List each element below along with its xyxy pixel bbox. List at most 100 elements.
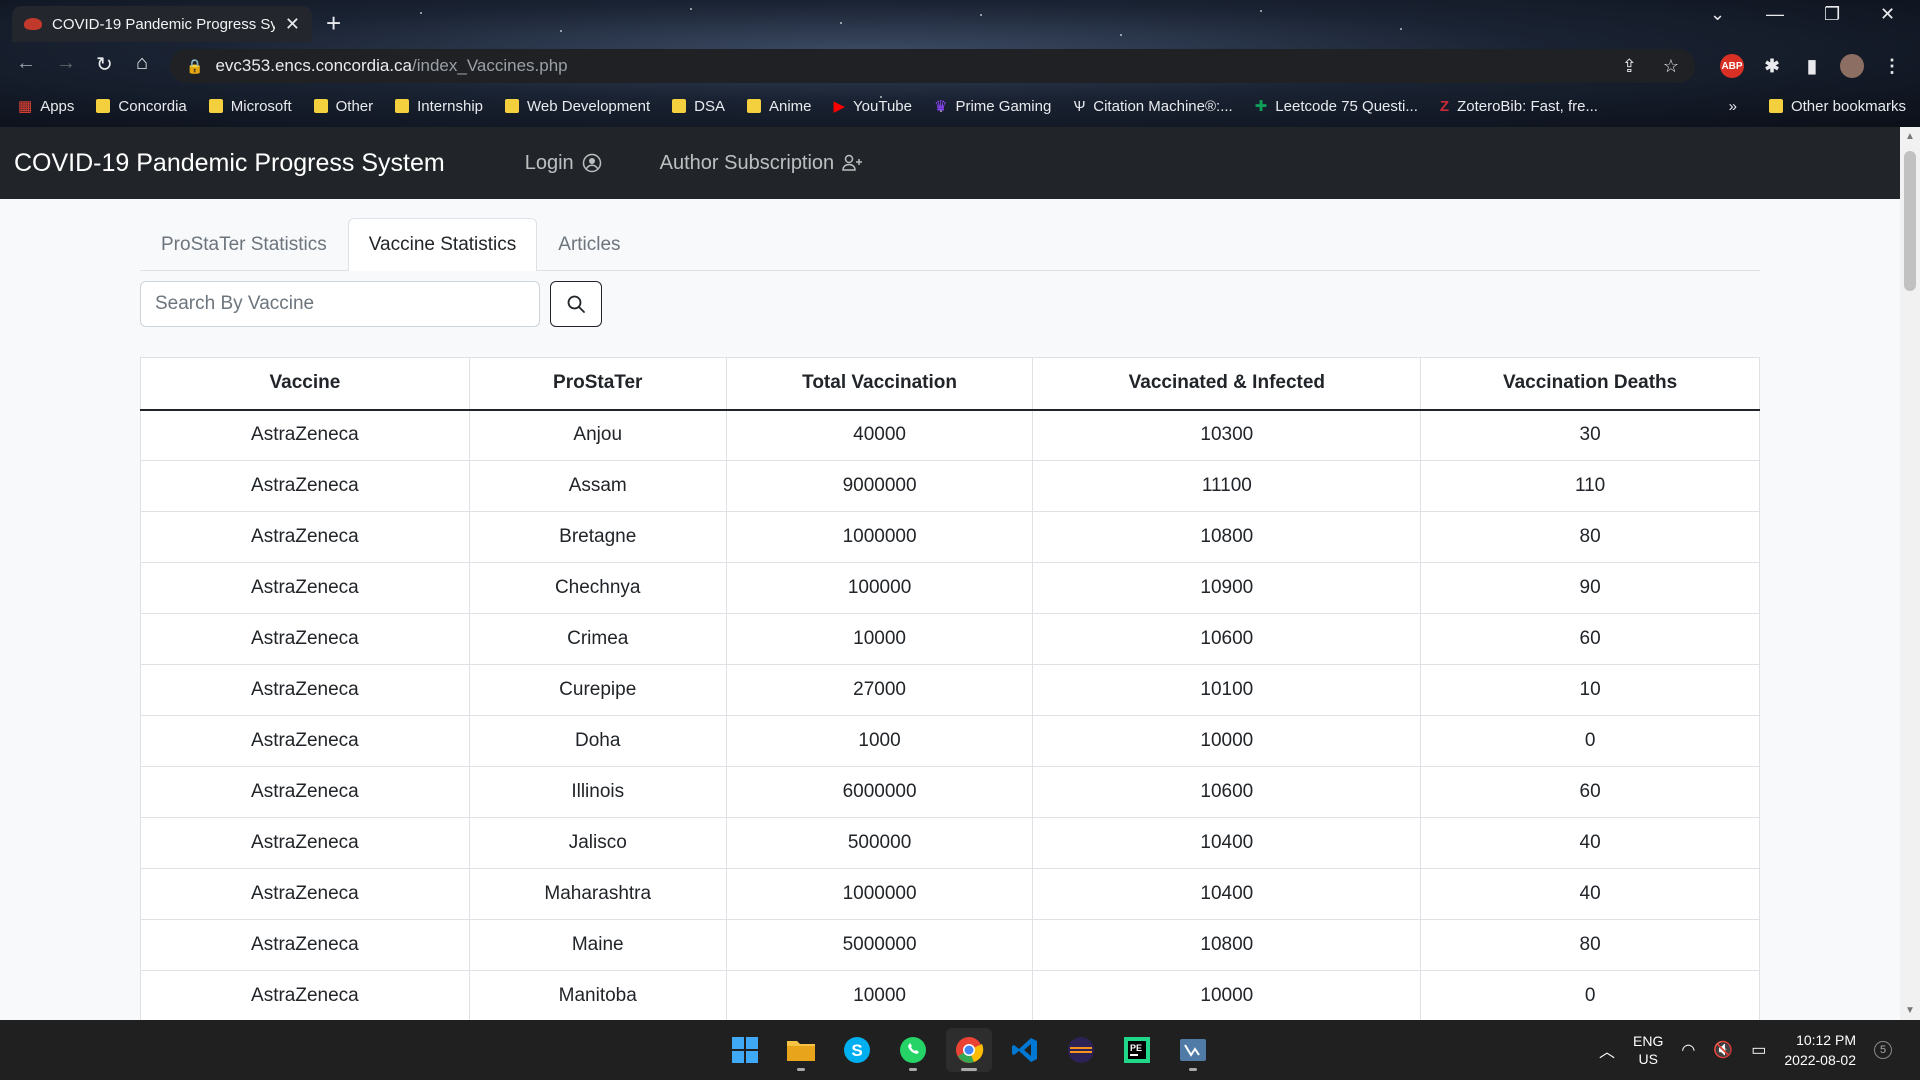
chrome-icon[interactable]: [946, 1028, 992, 1072]
tab-title: COVID-19 Pandemic Progress Sy: [52, 15, 275, 33]
pycharm-icon[interactable]: PE: [1114, 1028, 1160, 1072]
reload-icon[interactable]: ↻: [96, 52, 113, 77]
bookmark-other-bookmarks[interactable]: » Other bookmarks: [1729, 90, 1906, 122]
search-vaccine-input[interactable]: [140, 281, 540, 327]
browser-tab[interactable]: COVID-19 Pandemic Progress Sy ✕: [12, 6, 312, 42]
cell-vaccination-deaths: 10: [1420, 664, 1760, 716]
address-bar[interactable]: 🔒 evc353.encs.concordia.ca/index_Vaccine…: [170, 49, 1695, 83]
home-icon[interactable]: ⌂: [136, 52, 148, 75]
header-vaccine[interactable]: Vaccine: [140, 357, 470, 411]
lock-icon[interactable]: 🔒: [186, 58, 203, 75]
cell-vaccine: AstraZeneca: [140, 970, 470, 1022]
close-tab-icon[interactable]: ✕: [285, 14, 300, 35]
table-row: AstraZeneca Illinois 6000000 10600 60: [140, 766, 1760, 818]
minimize-icon[interactable]: —: [1766, 4, 1784, 25]
scrollbar-thumb[interactable]: [1904, 151, 1916, 291]
region-code: US: [1638, 1051, 1658, 1067]
header-vaccination-deaths[interactable]: Vaccination Deaths: [1420, 357, 1760, 411]
cell-vaccinated-infected: 10300: [1032, 409, 1422, 461]
tab-prostater-statistics[interactable]: ProStaTer Statistics: [140, 218, 348, 270]
bookmark-dsa[interactable]: DSA: [672, 98, 725, 115]
bookmark-label: Anime: [768, 97, 812, 115]
profile-avatar-icon[interactable]: [1840, 54, 1864, 78]
cell-prostater: Crimea: [468, 613, 727, 665]
share-icon[interactable]: ⇪: [1622, 56, 1637, 77]
bookmark-web-development[interactable]: Web Development: [505, 98, 650, 115]
login-label: Login: [524, 151, 574, 174]
cell-prostater: Maine: [468, 919, 727, 971]
clock[interactable]: 10:12 PM 2022-08-02: [1784, 1030, 1856, 1070]
tab-vaccine-statistics[interactable]: Vaccine Statistics: [347, 218, 538, 271]
notification-badge[interactable]: 5: [1874, 1041, 1892, 1059]
cell-vaccine: AstraZeneca: [140, 919, 470, 971]
bookmark-label: Web Development: [527, 97, 651, 115]
bookmark-other[interactable]: Other: [313, 98, 373, 115]
vscode-icon[interactable]: [1002, 1028, 1048, 1072]
whatsapp-icon[interactable]: [890, 1028, 936, 1072]
bookmark-apps[interactable]: ▦ Apps: [18, 97, 74, 116]
scroll-up-icon[interactable]: ▲: [1905, 131, 1915, 142]
battery-icon[interactable]: ▭: [1751, 1040, 1766, 1060]
bookmark-star-icon[interactable]: ☆: [1663, 56, 1679, 77]
speaker-muted-icon[interactable]: 🔇: [1713, 1040, 1733, 1060]
cell-vaccinated-infected: 10600: [1032, 766, 1422, 818]
cell-vaccinated-infected: 10800: [1032, 511, 1422, 563]
adblock-icon[interactable]: ABP: [1720, 54, 1744, 78]
bookmark-citation-machine[interactable]: Ѱ Citation Machine®:...: [1073, 98, 1232, 115]
bookmark-leetcode[interactable]: ✚ Leetcode 75 Questi...: [1255, 97, 1418, 116]
mysql-workbench-icon[interactable]: [1170, 1028, 1216, 1072]
language-indicator[interactable]: ENG US: [1633, 1032, 1663, 1068]
header-total-vaccination[interactable]: Total Vaccination: [725, 357, 1034, 411]
file-explorer-icon[interactable]: [778, 1028, 824, 1072]
header-prostater[interactable]: ProStaTer: [468, 357, 727, 411]
bookmark-prime-gaming[interactable]: ♛ Prime Gaming: [934, 97, 1051, 116]
brand-title[interactable]: COVID-19 Pandemic Progress System: [14, 149, 445, 178]
cell-vaccination-deaths: 30: [1420, 409, 1760, 461]
table-row: AstraZeneca Curepipe 27000 10100 10: [140, 664, 1760, 716]
windows-start-icon[interactable]: [722, 1028, 768, 1072]
cell-vaccine: AstraZeneca: [140, 409, 470, 461]
forward-icon[interactable]: →: [56, 52, 76, 75]
bookmark-anime[interactable]: Anime: [746, 97, 812, 115]
table-row: AstraZeneca Anjou 40000 10300 30: [140, 409, 1760, 461]
side-panel-icon[interactable]: ▮: [1800, 54, 1824, 78]
search-button[interactable]: [550, 281, 602, 327]
new-tab-icon[interactable]: +: [326, 8, 341, 39]
skype-icon[interactable]: S: [834, 1028, 880, 1072]
cell-vaccinated-infected: 10800: [1032, 919, 1422, 971]
scroll-down-icon[interactable]: ▼: [1905, 1005, 1915, 1016]
cell-total-vaccination: 40000: [725, 409, 1034, 461]
site-navbar: COVID-19 Pandemic Progress System Login …: [0, 127, 1900, 199]
bookmark-concordia[interactable]: Concordia: [96, 98, 187, 115]
login-link[interactable]: Login: [525, 152, 602, 175]
svg-text:PE: PE: [1130, 1043, 1142, 1053]
cell-total-vaccination: 9000000: [725, 460, 1034, 512]
bookmarks-overflow-icon[interactable]: »: [1729, 98, 1737, 115]
chevron-up-icon[interactable]: ︿: [1599, 1038, 1615, 1062]
author-subscription-link[interactable]: Author Subscription: [660, 152, 865, 175]
menu-icon[interactable]: ⋮: [1880, 54, 1904, 78]
tab-search-icon[interactable]: ⌄: [1710, 4, 1725, 25]
bookmark-zoterobib[interactable]: Z ZoteroBib: Fast, fre...: [1440, 98, 1598, 115]
header-vaccinated-infected[interactable]: Vaccinated & Infected: [1032, 357, 1422, 411]
page-scrollbar[interactable]: ▲ ▼: [1900, 127, 1920, 1020]
statistics-tabs: ProStaTer Statistics Vaccine Statistics …: [140, 218, 1760, 271]
tab-articles[interactable]: Articles: [537, 218, 641, 270]
bookmark-internship[interactable]: Internship: [395, 98, 483, 115]
address-toolbar: ← → ↻ ⌂ 🔒 evc353.encs.concordia.ca/index…: [0, 46, 1920, 86]
extensions-icon[interactable]: ✱: [1760, 54, 1784, 78]
bookmark-youtube[interactable]: ▶ YouTube: [834, 97, 913, 116]
eclipse-icon[interactable]: [1058, 1028, 1104, 1072]
back-icon[interactable]: ←: [16, 52, 36, 75]
cell-prostater: Curepipe: [468, 664, 727, 716]
cell-prostater: Doha: [468, 715, 727, 767]
cell-vaccinated-infected: 10100: [1032, 664, 1422, 716]
cell-total-vaccination: 27000: [725, 664, 1034, 716]
restore-icon[interactable]: ❐: [1824, 4, 1840, 25]
cell-total-vaccination: 1000: [725, 715, 1034, 767]
close-window-icon[interactable]: ✕: [1880, 4, 1895, 25]
cell-vaccine: AstraZeneca: [140, 715, 470, 767]
wifi-icon[interactable]: ◠: [1681, 1040, 1695, 1060]
bookmark-microsoft[interactable]: Microsoft: [208, 98, 292, 115]
crown-icon: ♛: [934, 98, 948, 115]
